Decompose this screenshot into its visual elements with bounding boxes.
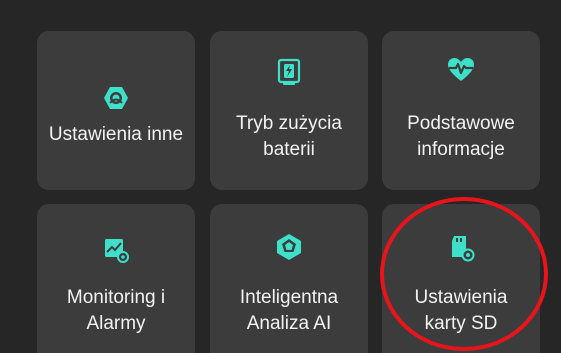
battery-mode-icon — [277, 58, 301, 85]
tile-basic-info[interactable]: Podstawowe informacje — [382, 31, 540, 190]
hexagon-settings-icon — [104, 87, 128, 109]
tile-label: Podstawowe informacje — [407, 113, 515, 160]
tile-label: Ustawienia karty SD — [414, 287, 508, 334]
tile-battery-mode[interactable]: Tryb zużycia baterii — [210, 31, 368, 190]
tile-label: Inteligentna Analiza AI — [239, 287, 339, 334]
tile-monitoring-alarms[interactable]: Monitoring i Alarmy — [37, 204, 195, 353]
tile-sd-card-settings[interactable]: Ustawienia karty SD — [382, 204, 540, 353]
tile-label: Monitoring i Alarmy — [66, 287, 166, 334]
tile-other-settings[interactable]: Ustawienia inne — [37, 31, 195, 190]
tile-label: Ustawienia inne — [48, 124, 184, 145]
tile-ai-analysis[interactable]: Inteligentna Analiza AI — [210, 204, 368, 353]
tile-label: Tryb zużycia baterii — [236, 113, 342, 160]
monitoring-alarm-icon — [105, 239, 129, 263]
heart-pulse-icon — [448, 58, 474, 81]
ai-analysis-icon — [277, 234, 301, 260]
sd-card-settings-icon — [452, 236, 475, 262]
